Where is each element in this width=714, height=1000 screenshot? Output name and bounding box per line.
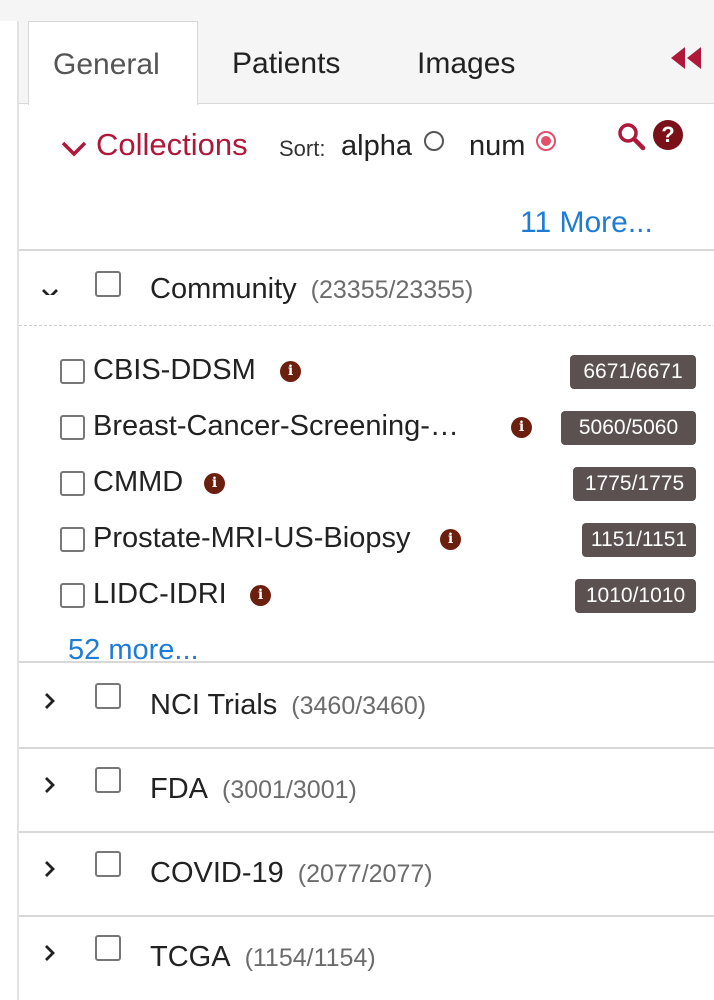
info-icon[interactable]: i	[511, 417, 532, 438]
group-community: Community (23355/23355) CBIS-DDSM i 6671/…	[19, 251, 714, 666]
chevron-down-icon[interactable]	[59, 133, 89, 161]
double-chevron-left-icon[interactable]	[669, 45, 703, 71]
tab-patients[interactable]: Patients	[232, 21, 362, 103]
chevron-down-icon[interactable]	[39, 273, 61, 299]
chevron-right-icon[interactable]	[39, 942, 61, 964]
chevron-right-icon[interactable]	[39, 690, 61, 712]
list-item[interactable]: CBIS-DDSM i 6671/6671	[19, 351, 714, 401]
group-count: (23355/23355)	[310, 276, 474, 304]
sort-alpha-label: alpha	[341, 130, 412, 162]
group-name: TCGA	[150, 941, 231, 973]
chevron-right-icon[interactable]	[39, 858, 61, 880]
list-item[interactable]: CMMD i 1775/1775	[19, 463, 714, 513]
chevron-right-icon[interactable]	[39, 774, 61, 796]
sort-alpha-radio[interactable]	[424, 131, 444, 151]
group-checkbox[interactable]	[95, 851, 121, 877]
tab-images-label: Images	[417, 47, 516, 80]
group-header: FDA (3001/3001)	[19, 749, 714, 823]
group-header: NCI Trials (3460/3460)	[19, 665, 714, 739]
item-checkbox[interactable]	[60, 583, 85, 608]
question-circle-icon[interactable]: ?	[653, 120, 683, 150]
count-badge: 1151/1151	[582, 523, 696, 557]
search-icon[interactable]	[616, 121, 646, 151]
group-header: TCGA (1154/1154)	[19, 917, 714, 991]
group-title: Community (23355/23355)	[150, 273, 473, 306]
item-checkbox[interactable]	[60, 359, 85, 384]
list-item[interactable]: LIDC-IDRI i 1010/1010	[19, 575, 714, 625]
group-name: COVID-19	[150, 857, 284, 889]
collections-header: Collections Sort: alpha num ? 11 More...	[19, 103, 714, 251]
group-title: FDA (3001/3001)	[150, 773, 357, 806]
group-title: TCGA (1154/1154)	[150, 941, 376, 974]
info-icon[interactable]: i	[204, 473, 225, 494]
group-checkbox[interactable]	[95, 767, 121, 793]
tab-general[interactable]: General	[28, 21, 198, 105]
group-title: NCI Trials (3460/3460)	[150, 689, 426, 722]
group-title: COVID-19 (2077/2077)	[150, 857, 433, 890]
item-label: Prostate-MRI-US-Biopsy	[93, 522, 411, 554]
count-badge: 6671/6671	[570, 355, 696, 389]
sort-num-radio[interactable]	[536, 131, 556, 151]
group-nci-trials: NCI Trials (3460/3460)	[19, 665, 714, 749]
item-label: CBIS-DDSM	[93, 354, 256, 386]
sort-label: Sort:	[279, 136, 326, 161]
item-label: Breast-Cancer-Screening-…	[93, 410, 459, 442]
tab-images[interactable]: Images	[417, 21, 537, 103]
sort-num-label: num	[469, 130, 526, 162]
collections-panel: General Patients Images Collections Sort…	[17, 21, 714, 1000]
item-label: CMMD	[93, 466, 184, 498]
group-count: (2077/2077)	[297, 860, 433, 888]
count-badge: 1010/1010	[575, 579, 696, 613]
group-covid-19: COVID-19 (2077/2077)	[19, 833, 714, 917]
item-label: LIDC-IDRI	[93, 578, 227, 610]
collections-title[interactable]: Collections	[96, 127, 248, 163]
group-name: FDA	[150, 773, 208, 805]
item-checkbox[interactable]	[60, 471, 85, 496]
list-item[interactable]: Breast-Cancer-Screening-… i 5060/5060	[19, 407, 714, 457]
tab-general-label: General	[53, 48, 160, 81]
group-count: (1154/1154)	[244, 944, 376, 972]
group-count: (3001/3001)	[222, 776, 357, 804]
group-more-link[interactable]: 52 more...	[68, 634, 199, 667]
top-bar	[0, 0, 714, 21]
tab-bar: General Patients Images	[19, 21, 714, 105]
info-icon[interactable]: i	[280, 361, 301, 382]
group-name: Community	[150, 273, 297, 305]
info-icon[interactable]: i	[250, 585, 271, 606]
count-badge: 5060/5060	[561, 411, 696, 445]
item-checkbox[interactable]	[60, 415, 85, 440]
group-tcga: TCGA (1154/1154)	[19, 917, 714, 999]
group-header: COVID-19 (2077/2077)	[19, 833, 714, 907]
list-item[interactable]: Prostate-MRI-US-Biopsy i 1151/1151	[19, 519, 714, 569]
count-badge: 1775/1775	[573, 467, 696, 501]
info-icon[interactable]: i	[440, 529, 461, 550]
collections-more-link[interactable]: 11 More...	[520, 206, 653, 240]
group-name: NCI Trials	[150, 689, 278, 721]
item-checkbox[interactable]	[60, 527, 85, 552]
group-checkbox[interactable]	[95, 683, 121, 709]
group-header: Community (23355/23355)	[19, 251, 714, 326]
group-count: (3460/3460)	[291, 692, 427, 720]
group-fda: FDA (3001/3001)	[19, 749, 714, 833]
tab-patients-label: Patients	[232, 47, 341, 80]
group-checkbox[interactable]	[95, 935, 121, 961]
group-checkbox[interactable]	[95, 271, 121, 297]
